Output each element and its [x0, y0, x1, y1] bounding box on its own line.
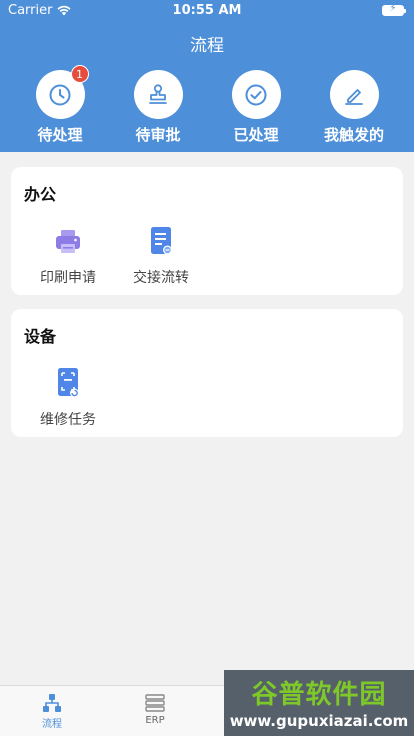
pending-count-badge: 1	[70, 65, 89, 83]
app-label: 印刷申请	[40, 270, 96, 286]
tab-label: 流程	[42, 719, 62, 730]
check-circle-icon	[245, 84, 267, 105]
app-repair-task[interactable]: 维修任务	[23, 367, 113, 429]
pencil-icon	[345, 88, 363, 105]
quick-action-circle[interactable]: 1	[35, 65, 89, 119]
repair-document-icon	[58, 368, 79, 398]
clock-icon	[49, 84, 71, 105]
section-title: 办公	[24, 185, 57, 204]
quick-action-label: 待处理	[37, 126, 83, 144]
app-handover-transfer[interactable]: 交接流转	[116, 225, 206, 287]
app-print-request[interactable]: 印刷申请	[23, 225, 113, 287]
watermark: 谷普软件园 www.gupuxiazai.com	[224, 670, 414, 736]
status-time: 10:55 AM	[172, 3, 242, 18]
quick-action-label: 待审批	[135, 126, 181, 144]
watermark-url: www.gupuxiazai.com	[229, 712, 409, 730]
quick-action-approval[interactable]: 待审批	[118, 70, 198, 145]
printer-icon	[56, 230, 80, 253]
status-bar: Carrier 10:55 AM ⚡	[0, 0, 414, 22]
quick-action-initiated[interactable]: 我触发的	[314, 70, 394, 145]
quick-action-pending[interactable]: 1 待处理	[20, 65, 100, 145]
tab-erp[interactable]: ERP	[125, 693, 185, 726]
page-title: 流程	[190, 36, 224, 56]
stamp-icon	[149, 83, 167, 104]
quick-action-label: 已处理	[233, 126, 279, 144]
tab-flow[interactable]: 流程	[22, 693, 82, 730]
quick-action-label: 我触发的	[323, 126, 384, 144]
app-label: 维修任务	[40, 412, 96, 428]
section-card-equipment: 设备 维修任务	[11, 309, 403, 437]
header: Carrier 10:55 AM ⚡ 流程 1 待处理 待审批 已处理 我触发的	[0, 0, 414, 152]
document-transfer-icon	[151, 227, 172, 255]
list-icon	[145, 694, 165, 712]
app-label: 交接流转	[133, 270, 189, 286]
section-card-office: 办公 印刷申请 交接流转	[11, 167, 403, 295]
quick-action-circle[interactable]	[133, 70, 183, 119]
battery-icon: ⚡	[382, 3, 406, 16]
quick-action-processed[interactable]: 已处理	[216, 70, 296, 145]
section-title: 设备	[24, 327, 57, 346]
quick-action-circle[interactable]	[231, 70, 281, 119]
tab-label: ERP	[145, 715, 165, 726]
quick-action-circle[interactable]	[329, 70, 379, 119]
flow-chart-icon	[43, 694, 61, 712]
watermark-title: 谷普软件园	[251, 680, 387, 710]
